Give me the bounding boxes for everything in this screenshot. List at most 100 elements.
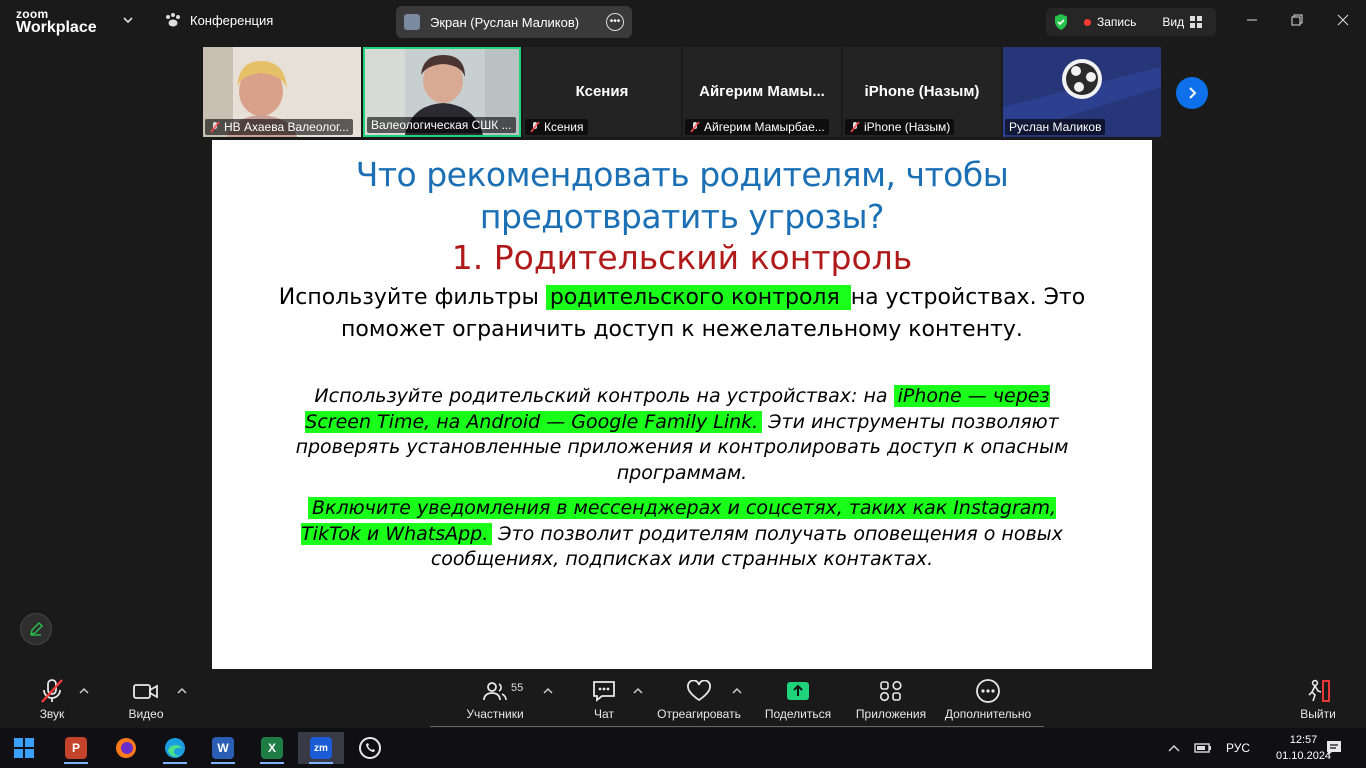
chevron-up-icon[interactable]: [632, 686, 644, 696]
share-button[interactable]: Поделиться: [764, 678, 832, 721]
screen-share-pill[interactable]: Экран (Руслан Маликов) •••: [396, 6, 632, 38]
conference-button[interactable]: Конференция: [164, 12, 273, 28]
system-tray: РУС: [1168, 728, 1250, 768]
close-button[interactable]: [1331, 10, 1355, 30]
slide-paragraph-2: Используйте родительский контроль на уст…: [282, 384, 1082, 486]
notifications-button[interactable]: [1314, 732, 1354, 764]
next-page-button[interactable]: [1176, 77, 1208, 109]
participant-name: Ксения: [544, 120, 584, 134]
chevron-right-icon: [1189, 87, 1197, 99]
record-label: Запись: [1097, 15, 1137, 29]
shield-icon[interactable]: [1046, 13, 1076, 31]
more-icon[interactable]: •••: [606, 13, 624, 31]
taskbar-whatsapp[interactable]: [350, 732, 390, 764]
leave-label: Выйти: [1300, 707, 1336, 721]
participant-tile[interactable]: Айгерим Мамы... Айгерим Мамырбае...: [683, 47, 841, 137]
video-camera-icon: [133, 684, 158, 699]
record-dot-icon: [1084, 18, 1091, 26]
participant-label: iPhone (Назым): [845, 119, 955, 135]
chat-button[interactable]: Чат: [584, 678, 624, 721]
react-button[interactable]: Отреагировать: [656, 678, 742, 721]
taskbar-word[interactable]: W: [203, 732, 243, 764]
audio-label: Звук: [39, 707, 65, 721]
participant-tile[interactable]: Ксения Ксения: [523, 47, 681, 137]
participant-label: Руслан Маликов: [1005, 119, 1106, 135]
record-view-group: Запись Вид: [1046, 8, 1216, 36]
start-button[interactable]: [4, 732, 44, 764]
chevron-up-icon[interactable]: [78, 686, 90, 696]
mic-off-icon: [850, 121, 860, 133]
share-screen-icon: [787, 682, 809, 700]
participant-tile[interactable]: Руслан Маликов: [1003, 47, 1161, 137]
participant-name: Айгерим Мамырбае...: [704, 120, 825, 134]
chevron-down-icon[interactable]: [122, 14, 134, 26]
taskbar-excel[interactable]: X: [252, 732, 292, 764]
participant-display-name: Ксения: [575, 83, 629, 100]
apps-icon: [879, 680, 902, 702]
participant-display-name: iPhone (Назым): [864, 83, 980, 100]
taskbar-edge[interactable]: [155, 732, 195, 764]
chevron-up-icon[interactable]: [542, 686, 554, 696]
logo-line2: Workplace: [16, 19, 97, 36]
word-icon: W: [212, 737, 234, 759]
firefox-icon: [116, 738, 136, 758]
whatsapp-icon: [359, 737, 381, 759]
participant-display-name: Айгерим Мамы...: [699, 83, 825, 100]
restore-icon: [1291, 14, 1303, 26]
chevron-up-icon[interactable]: [731, 686, 743, 696]
toolbar-divider: [430, 726, 1044, 727]
powerpoint-icon: P: [65, 737, 87, 759]
minimize-icon: [1247, 19, 1257, 21]
slide-paragraph-3: Включите уведомления в мессенджерах и со…: [282, 496, 1082, 573]
leave-button[interactable]: Выйти: [1296, 678, 1340, 721]
windows-taskbar: P W X zm РУС 12:57 01.10.2024: [0, 728, 1366, 768]
chevron-up-icon[interactable]: [1168, 743, 1180, 753]
zoom-logo[interactable]: zoom Workplace: [16, 8, 97, 36]
minimize-button[interactable]: [1240, 10, 1264, 30]
participant-tile[interactable]: iPhone (Назым) iPhone (Назым): [843, 47, 1001, 137]
mic-off-icon: [530, 121, 540, 133]
close-icon: [1337, 14, 1349, 26]
screen-owner-label: Экран (Руслан Маликов): [430, 14, 580, 30]
p1-highlight: родительского контроля: [545, 285, 851, 310]
slide-title: Что рекомендовать родителям, чтобы предо…: [355, 155, 1009, 236]
video-label: Видео: [128, 707, 164, 721]
taskbar-powerpoint[interactable]: P: [56, 732, 96, 764]
leave-icon: [1308, 679, 1330, 702]
view-label: Вид: [1162, 15, 1185, 29]
participant-strip: НВ Ахаева Валеолог... Валеологическая СШ…: [203, 47, 1163, 137]
participants-label: Участники: [466, 707, 524, 721]
restore-button[interactable]: [1285, 10, 1309, 30]
participant-name: Руслан Маликов: [1009, 120, 1102, 134]
more-label: Дополнительно: [944, 707, 1032, 721]
zoom-app-icon: zm: [310, 737, 332, 759]
record-button[interactable]: Запись: [1076, 15, 1136, 29]
participant-name: НВ Ахаева Валеолог...: [224, 120, 349, 134]
annotate-button[interactable]: [20, 613, 52, 645]
edge-icon: [165, 738, 185, 758]
apps-label: Приложения: [855, 707, 927, 721]
mic-off-icon: [690, 121, 700, 133]
video-button[interactable]: Видео: [124, 678, 168, 721]
windows-icon: [14, 738, 34, 758]
audio-button[interactable]: Звук: [30, 678, 74, 721]
participant-tile-active[interactable]: Валеологическая СШК ...: [363, 47, 521, 137]
chevron-up-icon[interactable]: [176, 686, 188, 696]
excel-icon: X: [261, 737, 283, 759]
language-indicator[interactable]: РУС: [1226, 741, 1250, 755]
participant-name: Валеологическая СШК ...: [371, 118, 512, 132]
apps-button[interactable]: Приложения: [854, 678, 928, 721]
pencil-icon: [30, 622, 43, 636]
view-button[interactable]: Вид: [1162, 15, 1203, 29]
taskbar-firefox[interactable]: [106, 732, 146, 764]
battery-icon[interactable]: [1194, 741, 1212, 755]
more-button[interactable]: Дополнительно: [942, 678, 1034, 721]
participant-label: НВ Ахаева Валеолог...: [205, 119, 353, 135]
meeting-toolbar: Звук Видео Участники 55 Чат Отреагироват…: [0, 672, 1366, 728]
heart-icon: [687, 680, 711, 702]
participant-tile[interactable]: НВ Ахаева Валеолог...: [203, 47, 361, 137]
taskbar-zoom[interactable]: zm: [298, 732, 344, 764]
p3-text-b: Это позволит родителям получать оповещен…: [430, 522, 1063, 571]
avatar: [404, 14, 420, 30]
participants-icon: [483, 682, 507, 701]
